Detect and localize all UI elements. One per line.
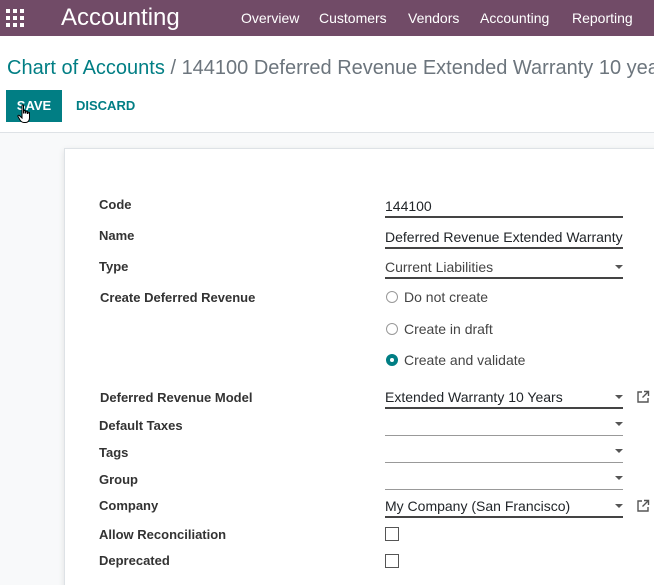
chevron-down-icon <box>615 449 623 453</box>
deprecated-label: Deprecated <box>99 553 170 568</box>
code-label: Code <box>99 197 132 212</box>
chevron-down-icon <box>615 504 623 508</box>
default-taxes-select[interactable] <box>385 414 623 436</box>
type-label: Type <box>99 259 129 274</box>
breadcrumb-separator: / <box>170 57 176 79</box>
radio-checked-icon[interactable] <box>386 354 398 366</box>
chevron-down-icon <box>615 395 623 399</box>
menu-vendors[interactable]: Vendors <box>408 9 459 27</box>
code-field[interactable]: 144100 <box>385 196 623 218</box>
chevron-down-icon <box>615 265 623 269</box>
radio-do-not-create[interactable]: Do not create <box>386 288 488 306</box>
chevron-down-icon <box>615 422 623 426</box>
control-panel: Chart of Accounts / 144100 Deferred Reve… <box>0 36 654 133</box>
tags-label: Tags <box>99 445 129 460</box>
radio-unchecked-icon[interactable] <box>386 323 398 335</box>
type-select[interactable]: Current Liabilities <box>385 257 623 279</box>
radio-unchecked-icon[interactable] <box>386 291 398 303</box>
company-select[interactable]: My Company (San Francisco) <box>385 496 623 518</box>
tags-select[interactable] <box>385 441 623 463</box>
default-taxes-label: Default Taxes <box>99 418 183 433</box>
group-label: Group <box>99 472 138 487</box>
company-label: Company <box>99 498 159 513</box>
hand-pointer-icon <box>17 104 30 123</box>
allow-reconciliation-checkbox[interactable] <box>385 527 399 541</box>
menu-accounting[interactable]: Accounting <box>480 9 549 27</box>
breadcrumb-current: 144100 Deferred Revenue Extended Warrant… <box>181 57 654 79</box>
radio-label: Do not create <box>404 289 489 305</box>
radio-create-and-validate[interactable]: Create and validate <box>386 351 525 369</box>
name-field[interactable]: Deferred Revenue Extended Warranty 1 <box>385 227 623 249</box>
name-label: Name <box>99 228 135 243</box>
menu-customers[interactable]: Customers <box>319 9 387 27</box>
radio-create-in-draft[interactable]: Create in draft <box>386 320 493 338</box>
allow-reconciliation-label: Allow Reconciliation <box>99 527 227 542</box>
breadcrumb: Chart of Accounts / 144100 Deferred Reve… <box>7 56 654 80</box>
top-navbar: Accounting Overview Customers Vendors Ac… <box>0 0 654 36</box>
discard-button[interactable]: DISCARD <box>76 90 135 122</box>
external-link-icon[interactable] <box>636 390 650 404</box>
deferred-model-value: Extended Warranty 10 Years <box>385 389 563 405</box>
radio-label: Create in draft <box>404 321 493 337</box>
menu-reporting[interactable]: Reporting <box>572 9 633 27</box>
deprecated-checkbox[interactable] <box>385 554 399 568</box>
app-title[interactable]: Accounting <box>61 3 180 33</box>
radio-label: Create and validate <box>404 352 526 368</box>
deferred-model-select[interactable]: Extended Warranty 10 Years <box>385 387 623 409</box>
deferred-model-label: Deferred Revenue Model <box>100 390 253 405</box>
breadcrumb-parent[interactable]: Chart of Accounts <box>7 57 165 79</box>
save-button[interactable]: SAVE <box>6 90 62 122</box>
apps-grid-icon[interactable] <box>6 9 24 27</box>
external-link-icon[interactable] <box>636 499 650 513</box>
group-select[interactable] <box>385 468 623 490</box>
deferred-revenue-label: Create Deferred Revenue <box>100 290 256 305</box>
company-value: My Company (San Francisco) <box>385 498 571 514</box>
type-value: Current Liabilities <box>385 259 494 275</box>
menu-overview[interactable]: Overview <box>241 9 299 27</box>
chevron-down-icon <box>615 476 623 480</box>
